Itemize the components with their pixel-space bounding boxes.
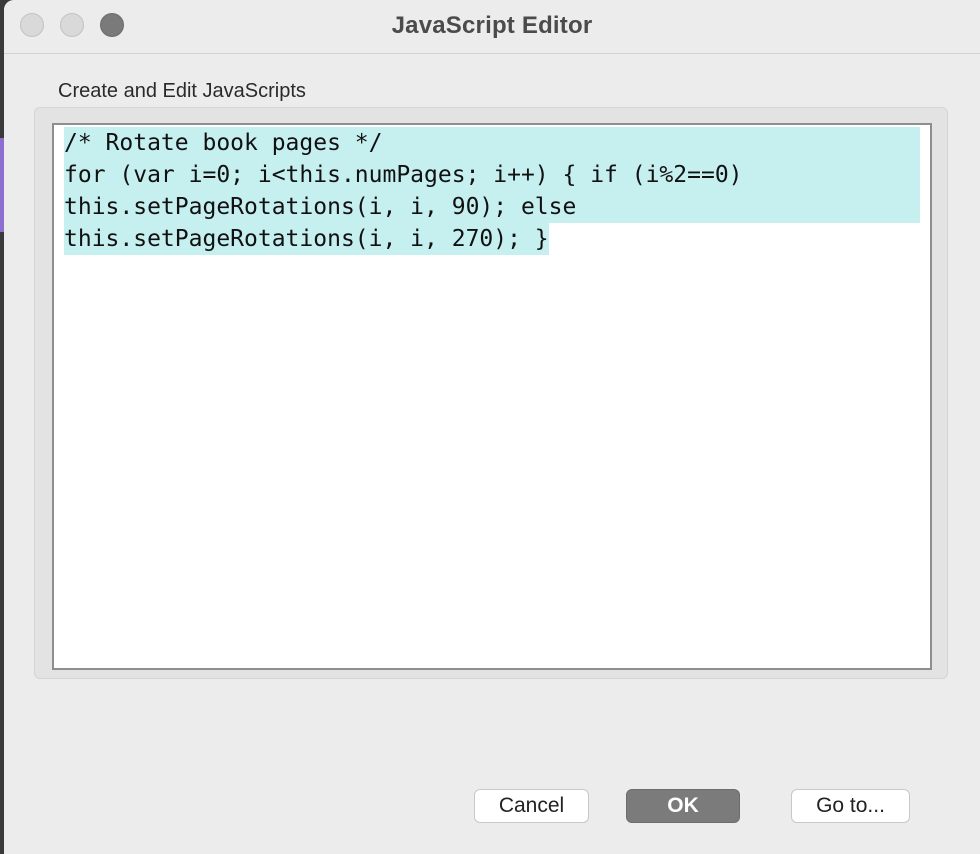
window-title: JavaScript Editor — [391, 12, 593, 39]
code-line: /* Rotate book pages */ — [64, 127, 920, 159]
ok-button[interactable]: OK — [626, 789, 740, 823]
go-to-button[interactable]: Go to... — [791, 789, 910, 823]
code-line: for (var i=0; i<this.numPages; i++) { if… — [64, 159, 920, 191]
code-line-text: this.setPageRotations(i, i, 270); } — [64, 223, 549, 255]
code-line: this.setPageRotations(i, i, 90); else — [64, 191, 920, 223]
code-line: this.setPageRotations(i, i, 270); } — [64, 223, 920, 255]
cancel-button[interactable]: Cancel — [474, 789, 589, 823]
code-editor-textarea[interactable]: /* Rotate book pages */ for (var i=0; i<… — [52, 123, 932, 670]
code-line-text: this.setPageRotations(i, i, 90); else — [64, 191, 920, 223]
javascript-editor-window: JavaScript Editor Create and Edit JavaSc… — [4, 0, 980, 854]
title-bar: JavaScript Editor — [4, 0, 980, 54]
section-label: Create and Edit JavaScripts — [58, 80, 306, 102]
code-line-text: for (var i=0; i<this.numPages; i++) { if… — [64, 159, 920, 191]
code-line-text: /* Rotate book pages */ — [64, 127, 920, 159]
